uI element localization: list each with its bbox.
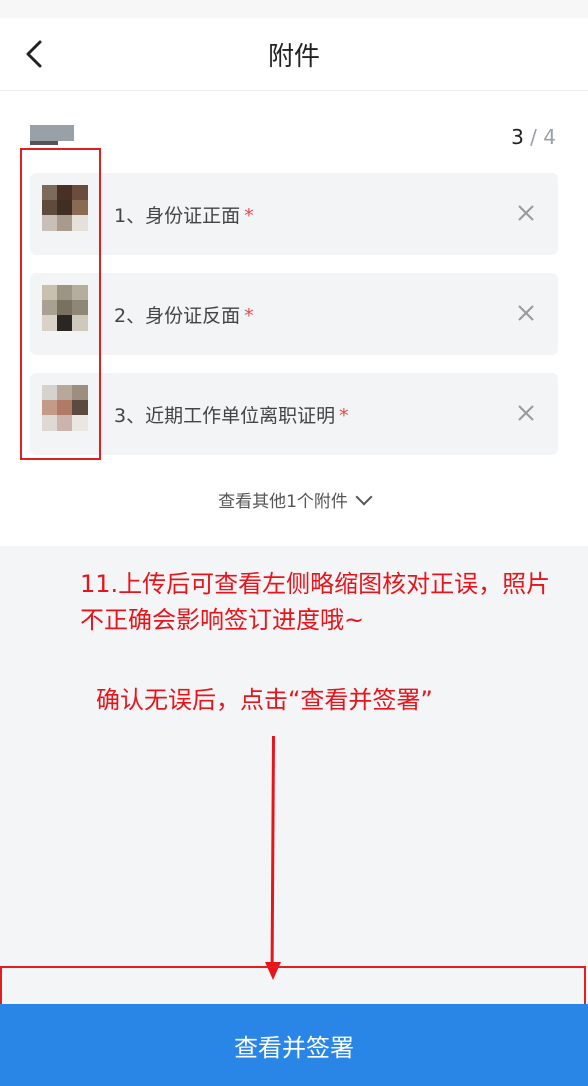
thumbnail-highlight-box — [20, 148, 101, 460]
required-mark: * — [244, 305, 254, 327]
view-and-sign-button[interactable]: 查看并签署 — [0, 1004, 588, 1086]
status-bar — [0, 0, 588, 19]
required-mark: * — [339, 405, 349, 427]
attachment-counter: 3 / 4 — [511, 125, 556, 149]
step-note: 11.上传后可查看左侧略缩图核对正误，照片 不正确会影响签订进度哦~ — [80, 570, 551, 634]
attachment-label: 2、身份证反面 * — [114, 305, 254, 327]
annotation-arrow — [270, 735, 275, 969]
attachment-thumbnail — [30, 125, 74, 145]
confirm-note: 确认无误后，点击“查看并签署” — [96, 686, 433, 714]
required-mark: * — [244, 205, 254, 227]
attachment-item[interactable]: 3、近期工作单位离职证明 * — [30, 373, 558, 455]
view-more-attachments-link[interactable]: 查看其他1个附件 — [0, 487, 588, 512]
close-icon[interactable] — [516, 203, 536, 223]
navigation-bar: 附件 — [0, 18, 588, 91]
close-icon[interactable] — [516, 403, 536, 423]
chevron-down-icon — [355, 488, 373, 506]
page-title: 附件 — [267, 42, 320, 72]
attachment-item[interactable]: 2、身份证反面 * — [30, 273, 558, 355]
attachment-label: 1、身份证正面 * — [114, 205, 254, 227]
attachment-label: 3、近期工作单位离职证明 * — [114, 405, 349, 427]
close-icon[interactable] — [516, 303, 536, 323]
attachment-item[interactable]: 1、身份证正面 * — [30, 173, 558, 255]
